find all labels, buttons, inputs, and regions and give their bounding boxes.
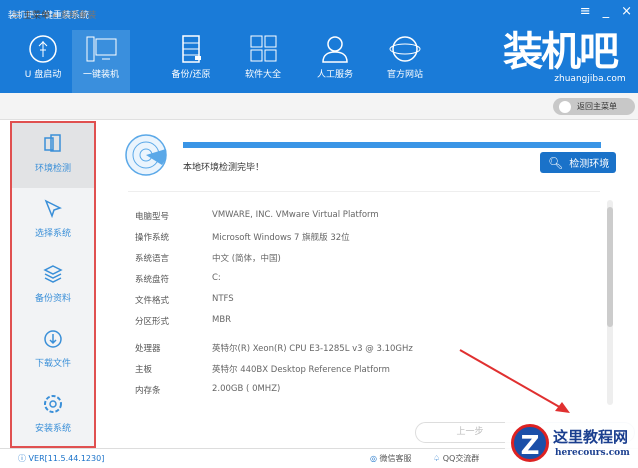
step-download[interactable]: 下载文件	[12, 318, 94, 383]
info-icon: ⓘ	[18, 454, 29, 463]
nav-support[interactable]: 人工服务	[300, 30, 370, 93]
cursor-icon	[44, 199, 62, 219]
detect-env-button[interactable]: 🔍︎ 检测环境	[540, 152, 616, 173]
info-label: 操作系统	[135, 233, 170, 243]
step-sidebar: 环境检测 选择系统 备份资料 下载文件 安装系统	[10, 121, 96, 448]
breadcrumb-root[interactable]: 主菜单	[23, 11, 50, 21]
info-value: Microsoft Windows 7 旗舰版 32位	[212, 233, 350, 243]
radar-icon	[125, 134, 167, 176]
user-icon	[322, 36, 348, 63]
info-value: 英特尔 440BX Desktop Reference Platform	[212, 365, 390, 375]
menu-button[interactable]: ≡	[580, 4, 591, 19]
info-row: 电脑型号 VMWARE, INC. VMware Virtual Platform	[135, 210, 379, 222]
info-label: 文件格式	[135, 296, 170, 306]
gear-icon	[44, 395, 62, 413]
nav-website[interactable]: 官方网站	[370, 30, 440, 93]
search-icon: 🔍︎	[548, 155, 564, 170]
breadcrumb-current: 系统重装	[60, 11, 97, 21]
info-row: 分区形式 MBR	[135, 315, 231, 327]
back-to-menu-button[interactable]: 返回主菜单	[553, 98, 635, 115]
step-install[interactable]: 安装系统	[12, 383, 94, 448]
wechat-support-link[interactable]: ◎ 微信客服	[370, 453, 412, 464]
progress-bar	[183, 142, 601, 148]
nav-backup-restore[interactable]: 备份/还原	[156, 30, 226, 93]
info-value: 英特尔(R) Xeon(R) CPU E3-1285L v3 @ 3.10GHz	[212, 344, 413, 354]
info-row: 文件格式 NTFS	[135, 294, 234, 306]
info-label: 系统语言	[135, 254, 170, 264]
step-select-system[interactable]: 选择系统	[12, 188, 94, 253]
back-arrow-icon	[559, 100, 571, 113]
info-value: NTFS	[212, 294, 234, 304]
info-value: VMWARE, INC. VMware Virtual Platform	[212, 210, 379, 220]
watermark: Z 这里教程网 herecours.com	[505, 420, 638, 468]
info-row: 系统语言 中文 (简体，中国)	[135, 252, 281, 264]
close-button[interactable]: ×	[621, 4, 632, 19]
list-icon: ☰	[12, 11, 23, 21]
usb-icon	[29, 35, 57, 63]
info-value: C:	[212, 273, 221, 283]
info-label: 电脑型号	[135, 212, 170, 222]
info-value: MBR	[212, 315, 232, 325]
brand-logo: 装机吧 zhuangjiba.com	[503, 28, 626, 85]
status-text: 本地环境检测完毕！	[183, 163, 265, 173]
info-label: 系统盘符	[135, 275, 170, 285]
globe-icon	[389, 36, 421, 62]
nav-software[interactable]: 软件大全	[228, 30, 298, 93]
nav-usb-boot[interactable]: U 盘启动	[8, 30, 78, 93]
info-row: 处理器 英特尔(R) Xeon(R) CPU E3-1285L v3 @ 3.10…	[135, 342, 413, 354]
info-row: 操作系统 Microsoft Windows 7 旗舰版 32位	[135, 231, 350, 243]
info-value: 中文 (简体，中国)	[212, 254, 281, 264]
info-label: 内存条	[135, 386, 161, 396]
grid-icon	[250, 35, 277, 62]
annotation-arrow-icon	[459, 349, 570, 413]
minimize-button[interactable]: _	[603, 4, 610, 19]
breadcrumb: ☰ 主菜单 ▸ 系统重装	[12, 11, 97, 21]
backup-icon	[182, 35, 201, 63]
watermark-logo-icon: Z	[511, 424, 549, 462]
info-row: 系统盘符 C:	[135, 273, 221, 285]
info-value: 2.00GB ( 0MHZ)	[212, 384, 281, 394]
step-backup-data[interactable]: 备份资料	[12, 253, 94, 318]
scrollbar-thumb[interactable]	[607, 207, 613, 327]
version-label: ⓘ VER[11.5.44.1230]	[18, 454, 105, 463]
nav-one-click-install[interactable]: 一键装机	[72, 30, 130, 93]
info-row: 内存条 2.00GB ( 0MHZ)	[135, 384, 280, 396]
devices-icon	[44, 134, 61, 152]
download-icon	[44, 330, 62, 348]
step-env-check[interactable]: 环境检测	[12, 123, 94, 188]
breadcrumb-bar	[0, 93, 638, 120]
info-label: 处理器	[135, 344, 161, 354]
window-controls: ≡ _ ×	[580, 4, 632, 19]
computer-icon	[86, 36, 117, 62]
info-label: 分区形式	[135, 317, 170, 327]
divider	[128, 191, 600, 192]
qq-group-link[interactable]: ♤ QQ交流群	[433, 453, 479, 464]
wechat-icon: ◎	[370, 454, 380, 463]
layers-icon	[43, 265, 63, 283]
info-label: 主板	[135, 365, 153, 375]
info-row: 主板 英特尔 440BX Desktop Reference Platform	[135, 363, 390, 375]
qq-icon: ♤	[433, 454, 443, 463]
